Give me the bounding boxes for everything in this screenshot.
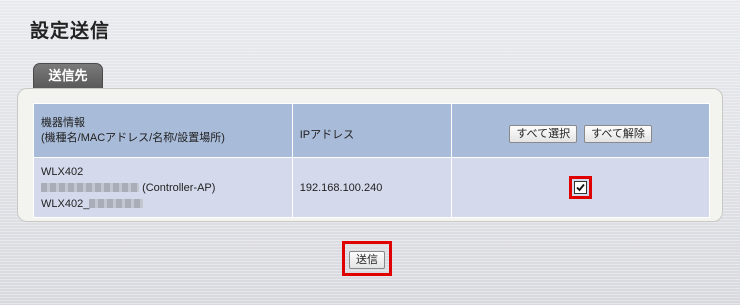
destination-panel: 機器情報 (機種名/MACアドレス/名称/設置場所) IPアドレス すべて選択 … xyxy=(17,88,723,222)
device-table: 機器情報 (機種名/MACアドレス/名称/設置場所) IPアドレス すべて選択 … xyxy=(33,103,710,218)
header-ip-address: IPアドレス xyxy=(291,103,453,158)
header-select-actions: すべて選択 すべて解除 xyxy=(451,103,710,158)
table-row: WLX402 (Controller-AP) WLX402_ 192.168.1… xyxy=(33,157,710,218)
tab-destination[interactable]: 送信先 xyxy=(33,63,103,88)
device-select-cell xyxy=(451,157,710,218)
device-role: (Controller-AP) xyxy=(142,181,216,194)
table-header-row: 機器情報 (機種名/MACアドレス/名称/設置場所) IPアドレス すべて選択 … xyxy=(33,103,710,158)
deselect-all-button[interactable]: すべて解除 xyxy=(584,124,652,143)
tab-destination-label: 送信先 xyxy=(48,69,88,84)
submit-button[interactable]: 送信 xyxy=(349,251,385,269)
checkbox-highlight xyxy=(569,176,593,199)
checkmark-icon xyxy=(576,183,585,192)
select-all-button[interactable]: すべて選択 xyxy=(509,124,578,143)
header-device-info-line2: (機種名/MACアドレス/名称/設置場所) xyxy=(41,131,225,144)
masked-mac-address xyxy=(41,183,139,193)
device-select-checkbox[interactable] xyxy=(574,181,588,194)
page-title: 設定送信 xyxy=(30,20,111,42)
header-device-info: 機器情報 (機種名/MACアドレス/名称/設置場所) xyxy=(33,103,293,158)
device-name-prefix: WLX402_ xyxy=(41,197,90,210)
device-info-cell: WLX402 (Controller-AP) WLX402_ xyxy=(33,157,293,218)
submit-highlight: 送信 xyxy=(342,241,392,276)
device-model: WLX402 xyxy=(41,165,84,178)
masked-device-name xyxy=(89,199,144,209)
header-device-info-line1: 機器情報 xyxy=(41,116,85,129)
device-ip-cell: 192.168.100.240 xyxy=(291,157,453,218)
